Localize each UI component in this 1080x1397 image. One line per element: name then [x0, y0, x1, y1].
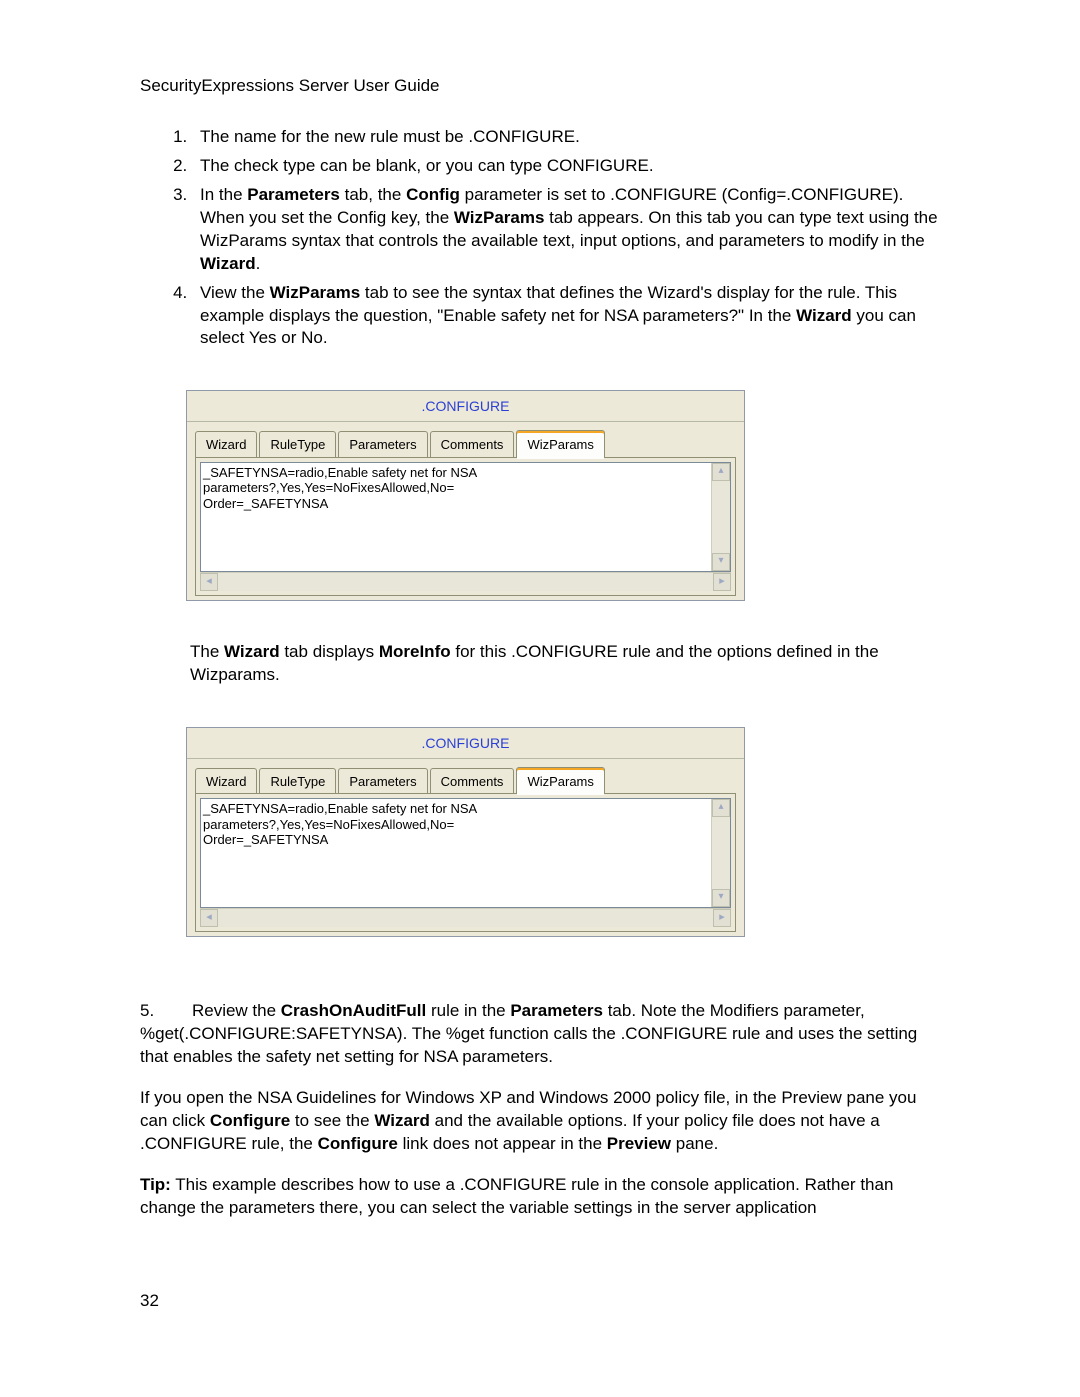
- configure-dialog: .CONFIGURE Wizard RuleType Parameters Co…: [186, 727, 745, 937]
- vertical-scrollbar[interactable]: ▴ ▾: [711, 799, 730, 907]
- text: link does not appear in the: [398, 1134, 607, 1153]
- text-bold: WizParams: [454, 208, 545, 227]
- textarea-content: _SAFETYNSA=radio,Enable safety net for N…: [201, 463, 712, 571]
- text: View the: [200, 283, 270, 302]
- text: rule in the: [426, 1001, 510, 1020]
- configure-dialog: .CONFIGURE Wizard RuleType Parameters Co…: [186, 390, 745, 600]
- horizontal-scrollbar[interactable]: ◂ ▸: [200, 572, 731, 591]
- tab-parameters[interactable]: Parameters: [338, 768, 427, 794]
- tip-paragraph: Tip: This example describes how to use a…: [140, 1174, 945, 1220]
- text-bold: Wizard: [796, 306, 852, 325]
- text: tab, the: [340, 185, 406, 204]
- step-5-paragraph: 5. Review the CrashOnAuditFull rule in t…: [140, 977, 945, 1069]
- scroll-down-icon[interactable]: ▾: [712, 889, 730, 907]
- text: to see the: [290, 1111, 374, 1130]
- tab-row: Wizard RuleType Parameters Comments WizP…: [187, 422, 744, 457]
- list-item: The name for the new rule must be .CONFI…: [192, 126, 945, 149]
- scroll-up-icon[interactable]: ▴: [712, 799, 730, 817]
- text-bold: WizParams: [270, 283, 361, 302]
- text-bold: CrashOnAuditFull: [281, 1001, 426, 1020]
- scroll-left-icon[interactable]: ◂: [200, 573, 218, 591]
- text-bold: Tip:: [140, 1175, 171, 1194]
- list-item: The check type can be blank, or you can …: [192, 155, 945, 178]
- tab-parameters[interactable]: Parameters: [338, 431, 427, 457]
- wizparams-textarea[interactable]: _SAFETYNSA=radio,Enable safety net for N…: [200, 798, 731, 908]
- text-bold: Preview: [607, 1134, 671, 1153]
- text-bold: Wizard: [224, 642, 280, 661]
- text-bold: Configure: [210, 1111, 290, 1130]
- scroll-left-icon[interactable]: ◂: [200, 909, 218, 927]
- wizparams-textarea[interactable]: _SAFETYNSA=radio,Enable safety net for N…: [200, 462, 731, 572]
- dialog-title: .CONFIGURE: [187, 391, 744, 422]
- scroll-right-icon[interactable]: ▸: [713, 573, 731, 591]
- list-item: In the Parameters tab, the Config parame…: [192, 184, 945, 276]
- text: 5. Review the: [140, 1001, 281, 1020]
- tab-ruletype[interactable]: RuleType: [259, 431, 336, 457]
- tab-wizparams[interactable]: WizParams: [516, 430, 604, 457]
- vertical-scrollbar[interactable]: ▴ ▾: [711, 463, 730, 571]
- tab-comments[interactable]: Comments: [430, 431, 515, 457]
- tab-ruletype[interactable]: RuleType: [259, 768, 336, 794]
- list-item: View the WizParams tab to see the syntax…: [192, 282, 945, 351]
- text-bold: Wizard: [200, 254, 256, 273]
- text-bold: MoreInfo: [379, 642, 451, 661]
- tab-row: Wizard RuleType Parameters Comments WizP…: [187, 759, 744, 794]
- text: tab displays: [280, 642, 379, 661]
- tab-comments[interactable]: Comments: [430, 768, 515, 794]
- dialog-title: .CONFIGURE: [187, 728, 744, 759]
- text-bold: Wizard: [374, 1111, 430, 1130]
- tab-pane: _SAFETYNSA=radio,Enable safety net for N…: [195, 457, 736, 596]
- text-bold: Config: [406, 185, 460, 204]
- tab-wizard[interactable]: Wizard: [195, 768, 257, 794]
- tab-wizparams[interactable]: WizParams: [516, 767, 604, 794]
- horizontal-scrollbar[interactable]: ◂ ▸: [200, 908, 731, 927]
- scroll-right-icon[interactable]: ▸: [713, 909, 731, 927]
- preview-paragraph: If you open the NSA Guidelines for Windo…: [140, 1087, 945, 1156]
- text: This example describes how to use a .CON…: [140, 1175, 893, 1217]
- page-header: SecurityExpressions Server User Guide: [140, 75, 945, 98]
- scroll-down-icon[interactable]: ▾: [712, 553, 730, 571]
- middle-paragraph: The Wizard tab displays MoreInfo for thi…: [190, 641, 935, 687]
- text: pane.: [671, 1134, 718, 1153]
- document-page: SecurityExpressions Server User Guide Th…: [0, 0, 1080, 1373]
- text: The: [190, 642, 224, 661]
- text: In the: [200, 185, 247, 204]
- text-bold: Parameters: [510, 1001, 603, 1020]
- scroll-up-icon[interactable]: ▴: [712, 463, 730, 481]
- page-number: 32: [140, 1290, 945, 1313]
- tab-pane: _SAFETYNSA=radio,Enable safety net for N…: [195, 793, 736, 932]
- text-bold: Parameters: [247, 185, 340, 204]
- textarea-content: _SAFETYNSA=radio,Enable safety net for N…: [201, 799, 712, 907]
- text: .: [256, 254, 261, 273]
- steps-list: The name for the new rule must be .CONFI…: [140, 126, 945, 350]
- text-bold: Configure: [318, 1134, 398, 1153]
- tab-wizard[interactable]: Wizard: [195, 431, 257, 457]
